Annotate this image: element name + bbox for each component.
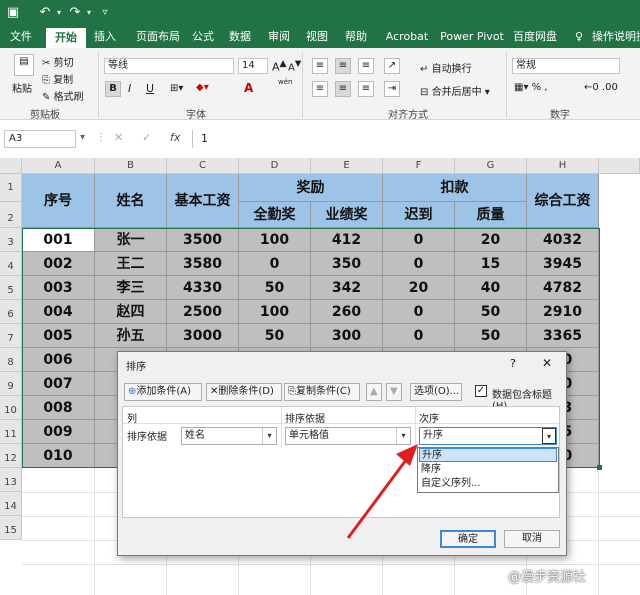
annotation-arrow (346, 444, 418, 539)
arrow-shaft (346, 451, 414, 539)
watermark: @漫步资源社 (508, 570, 587, 585)
arrow-head (396, 444, 418, 466)
